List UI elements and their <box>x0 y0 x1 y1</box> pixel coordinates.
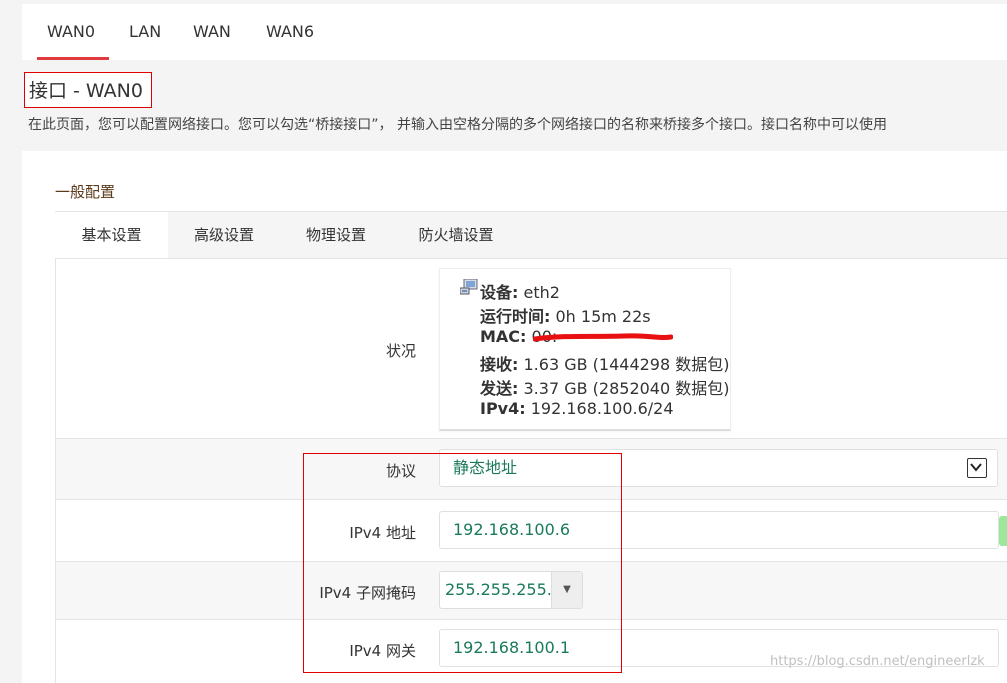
status-ipv4: IPv4: 192.168.100.6/24 <box>480 399 674 418</box>
network-device-icon <box>460 279 478 295</box>
mac-redaction-mark <box>533 333 673 342</box>
watermark: https://blog.csdn.net/engineerlzk <box>770 654 985 669</box>
status-box: 设备: eth2 运行时间: 0h 15m 22s MAC: 00: 接收: 1… <box>439 268 731 431</box>
section-title: 一般配置 <box>55 183 116 201</box>
chevron-down-icon[interactable] <box>967 458 987 478</box>
interface-tabs-bar: WAN0 LAN WAN WAN6 <box>22 4 1007 60</box>
tab-wan0[interactable]: WAN0 <box>36 4 110 60</box>
settings-tabs: 基本设置 高级设置 物理设置 防火墙设置 <box>55 211 1007 259</box>
page-description: 在此页面，您可以配置网络接口。您可以勾选“桥接接口”， 并输入由空格分隔的多个网… <box>28 117 887 133</box>
status-rx: 接收: 1.63 GB (1444298 数据包) <box>480 355 730 374</box>
status-device: 设备: eth2 <box>480 283 560 302</box>
annotation-highlight-box <box>303 453 622 673</box>
tab-physical-settings[interactable]: 物理设置 <box>280 212 392 258</box>
page-title: 接口 - WAN0 <box>24 72 152 108</box>
status-uptime: 运行时间: 0h 15m 22s <box>480 307 651 326</box>
tab-firewall-settings[interactable]: 防火墙设置 <box>392 212 520 258</box>
status-label: 状况 <box>385 342 416 360</box>
tab-wan[interactable]: WAN <box>193 4 231 60</box>
status-row: 状况 设备: eth2 运行时间: 0h 15m 22s MAC: 00: 接收… <box>56 258 1007 439</box>
tab-wan6[interactable]: WAN6 <box>266 4 314 60</box>
tab-basic-settings[interactable]: 基本设置 <box>55 212 168 258</box>
tab-advanced-settings[interactable]: 高级设置 <box>168 212 280 258</box>
status-tx: 发送: 3.37 GB (2852040 数据包) <box>480 379 730 398</box>
tab-lan[interactable]: LAN <box>129 4 161 60</box>
side-indicator <box>999 516 1007 546</box>
